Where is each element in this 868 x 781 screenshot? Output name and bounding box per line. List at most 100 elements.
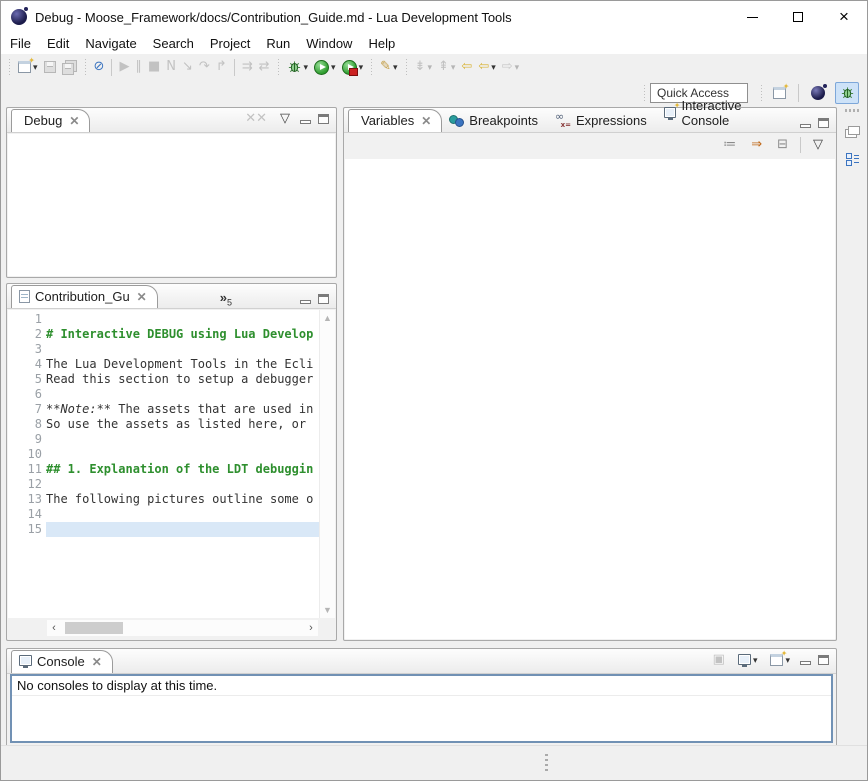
close-icon[interactable]: ✕: [92, 655, 102, 669]
show-logical-structures-button[interactable]: ⇒: [748, 136, 765, 154]
code-line-8[interactable]: So use the assets as listed here, or: [46, 417, 319, 432]
title-bar[interactable]: Debug - Moose_Framework/docs/Contributio…: [1, 1, 867, 33]
code-line-7[interactable]: **Note:** The assets that are used in: [46, 402, 319, 417]
suspend-button[interactable]: ∥: [132, 58, 145, 76]
terminate-button[interactable]: ■: [145, 58, 163, 76]
maximize-view-button[interactable]: [818, 118, 829, 128]
minimize-view-button[interactable]: [800, 661, 811, 665]
code-line-9[interactable]: [46, 432, 319, 447]
toolbar-grip[interactable]: [369, 59, 374, 75]
maximize-view-button[interactable]: [318, 294, 329, 304]
display-selected-console-button[interactable]: ▾: [735, 652, 761, 669]
menu-window[interactable]: Window: [298, 34, 360, 53]
debug-view-content[interactable]: [8, 134, 335, 276]
hidden-editors-chevron[interactable]: »5: [220, 290, 232, 308]
profile-button[interactable]: ▾: [339, 58, 367, 77]
step-return-button[interactable]: ↱: [213, 58, 230, 76]
minimize-view-button[interactable]: [300, 300, 311, 304]
scroll-left-icon[interactable]: ‹: [47, 622, 61, 634]
code-line-12[interactable]: [46, 477, 319, 492]
code-line-1[interactable]: [46, 312, 319, 327]
debug-button[interactable]: ▾: [284, 58, 312, 77]
toolbar-grip[interactable]: [404, 59, 409, 75]
menu-navigate[interactable]: Navigate: [77, 34, 144, 53]
scroll-up-icon[interactable]: ▲: [323, 313, 332, 323]
previous-annotation-button[interactable]: ⇞▾: [435, 58, 458, 76]
view-menu-button[interactable]: ▽: [277, 110, 293, 128]
menu-file[interactable]: File: [1, 34, 39, 53]
menu-help[interactable]: Help: [360, 34, 403, 53]
step-over-button[interactable]: ↷: [196, 58, 213, 76]
maximize-view-button[interactable]: [318, 114, 329, 124]
debug-perspective-button[interactable]: [835, 82, 859, 104]
pin-console-button[interactable]: ▣: [710, 651, 728, 669]
trim-grip[interactable]: [845, 109, 859, 112]
next-annotation-button[interactable]: ⇟▾: [412, 58, 435, 76]
close-icon[interactable]: ✕: [69, 114, 79, 128]
editor-vertical-scrollbar[interactable]: ▲ ▼: [319, 310, 335, 618]
step-into-button[interactable]: ↘: [179, 58, 196, 76]
code-line-4[interactable]: The Lua Development Tools in the Ecli: [46, 357, 319, 372]
toggle-step-filters-button[interactable]: ⇄: [256, 58, 273, 76]
debug-dropdown-icon[interactable]: ▾: [304, 62, 309, 73]
maximize-view-button[interactable]: [818, 655, 829, 665]
last-edit-location-button[interactable]: ⇦: [458, 58, 475, 76]
scroll-down-icon[interactable]: ▼: [323, 605, 332, 615]
show-type-names-button[interactable]: ≔: [720, 136, 739, 154]
save-button[interactable]: [41, 59, 59, 75]
console-content[interactable]: No consoles to display at this time.: [10, 674, 833, 743]
scrollbar-thumb[interactable]: [65, 622, 123, 634]
run-button[interactable]: ▾: [311, 58, 339, 77]
open-console-button[interactable]: ▾: [767, 652, 793, 668]
tab-debug[interactable]: Debug ✕: [11, 109, 90, 132]
forward-button[interactable]: ⇨▾: [499, 58, 522, 76]
resume-button[interactable]: ▶: [116, 58, 132, 76]
external-tools-dropdown-icon[interactable]: ▾: [393, 62, 398, 73]
minimize-view-button[interactable]: [300, 120, 311, 124]
external-tools-button[interactable]: ✎▾: [377, 58, 400, 76]
forward-dropdown-icon[interactable]: ▾: [515, 62, 520, 73]
use-step-filters-button[interactable]: ⇉: [239, 58, 256, 76]
code-line-13[interactable]: The following pictures outline some o: [46, 492, 319, 507]
code-line-2[interactable]: # Interactive DEBUG using Lua Develop: [46, 327, 319, 342]
code-line-14[interactable]: [46, 507, 319, 522]
back-dropdown-icon[interactable]: ▾: [491, 62, 496, 73]
line-number-ruler[interactable]: 123456789101112131415: [21, 310, 46, 618]
save-all-button[interactable]: [59, 58, 80, 77]
toolbar-grip[interactable]: [642, 85, 647, 101]
display-selected-console-dropdown-icon[interactable]: ▾: [753, 655, 758, 666]
run-dropdown-icon[interactable]: ▾: [331, 62, 336, 73]
new-button[interactable]: ▾: [15, 59, 41, 75]
variables-content[interactable]: [345, 159, 835, 639]
remove-all-terminated-button[interactable]: ✕✕: [242, 110, 270, 128]
close-icon[interactable]: ✕: [137, 290, 147, 304]
tab-console[interactable]: Console ✕: [11, 650, 113, 673]
menu-project[interactable]: Project: [202, 34, 258, 53]
editor-horizontal-scrollbar[interactable]: ‹ ›: [47, 620, 318, 636]
window-minimize-button[interactable]: [729, 1, 775, 33]
code-line-15[interactable]: [46, 522, 319, 537]
window-close-button[interactable]: ×: [821, 1, 867, 33]
outline-view-button[interactable]: [843, 150, 862, 167]
skip-all-breakpoints-button[interactable]: ⊘: [91, 58, 108, 76]
menu-edit[interactable]: Edit: [39, 34, 77, 53]
toolbar-grip[interactable]: [7, 59, 12, 75]
editor-text-area[interactable]: # Interactive DEBUG using Lua Develop The…: [46, 310, 319, 618]
profile-dropdown-icon[interactable]: ▾: [359, 62, 364, 73]
toolbar-grip[interactable]: [276, 59, 281, 75]
tab-interactive-console[interactable]: Interactive Console: [657, 95, 800, 132]
code-line-5[interactable]: Read this section to setup a debugger: [46, 372, 319, 387]
menu-search[interactable]: Search: [145, 34, 202, 53]
tab-breakpoints[interactable]: Breakpoints: [442, 110, 548, 132]
scroll-right-icon[interactable]: ›: [304, 622, 318, 634]
tab-editor-contribution-guide[interactable]: Contribution_Gu ✕: [11, 285, 158, 308]
tab-expressions[interactable]: Expressions: [548, 110, 657, 132]
fast-view-stack-button[interactable]: [842, 122, 863, 140]
disconnect-button[interactable]: N: [163, 58, 179, 76]
menu-run[interactable]: Run: [258, 34, 298, 53]
collapse-all-button[interactable]: ⊟: [774, 136, 791, 154]
lua-perspective-button[interactable]: [806, 82, 830, 104]
toolbar-grip[interactable]: [83, 59, 88, 75]
annotation-ruler[interactable]: [8, 310, 21, 618]
view-menu-button[interactable]: ▽: [810, 136, 826, 154]
